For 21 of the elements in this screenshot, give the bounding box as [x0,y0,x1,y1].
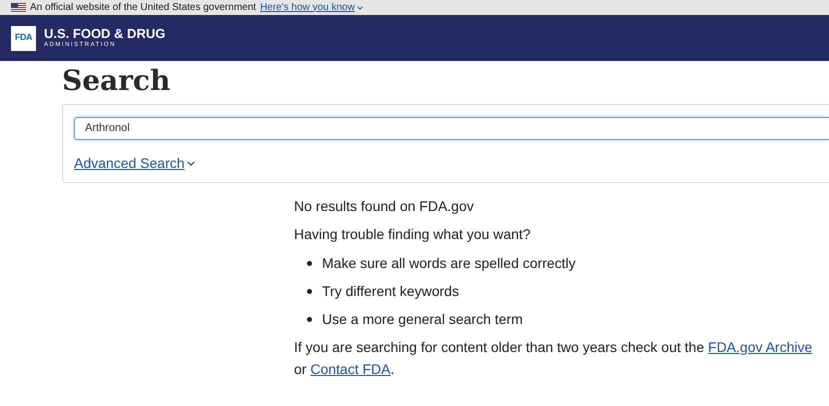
flag-icon [11,2,26,12]
chevron-down-icon [186,161,195,166]
chevron-down-icon [356,6,363,10]
bullet-icon [307,288,312,294]
advanced-search-link[interactable]: Advanced Search [74,153,195,174]
help-heading: Having trouble finding what you want? [294,225,532,243]
contact-link[interactable]: Contact FDA [310,361,390,377]
bullet-icon [307,316,312,322]
how-you-know-link[interactable]: Here's how you know [260,2,363,12]
tip-text: Use a more general search term [322,310,523,329]
search-field[interactable]: Arthronol [74,117,829,140]
bullet-icon [307,260,312,266]
no-results-message: No results found on FDA.gov [294,197,475,215]
older-content-text: If you are searching for content older than two years check out the FDA.gov Archive or Contact FDA. [294,338,814,379]
logo[interactable]: FDA [11,26,36,50]
tip-text: Make sure all words are spelled correctly [322,254,576,273]
official-website-text: An official website of the United States government [30,2,256,12]
agency-name: U.S. FOOD & DRUG [44,26,166,41]
archive-link[interactable]: FDA.gov Archive [708,339,812,355]
page-title: Search [62,63,172,99]
tip-text: Try different keywords [322,282,459,301]
